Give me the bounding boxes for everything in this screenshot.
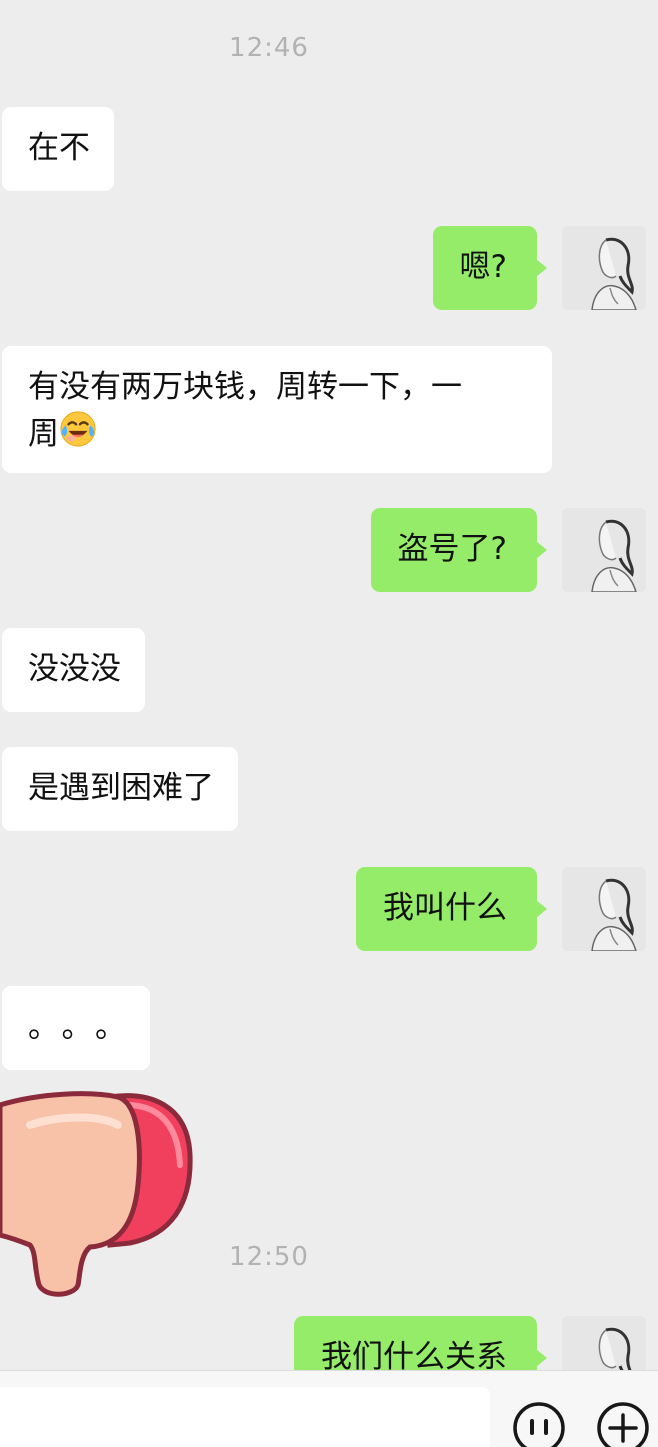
message-text: 是遇到困难了 <box>28 770 214 806</box>
message-text: 在不 <box>28 130 90 166</box>
user-avatar[interactable] <box>562 508 646 592</box>
face-with-tears-of-joy-icon <box>60 411 96 447</box>
message-bubble-received[interactable]: 是遇到困难了 <box>2 747 238 831</box>
avatar-portrait-icon <box>562 867 646 951</box>
message-bubble-sent[interactable]: 嗯? <box>432 226 548 310</box>
message-text: 嗯? <box>459 249 507 285</box>
message-bubble-received[interactable]: 有没有两万块钱，周转一下，一 周 <box>2 346 552 473</box>
message-bubble-sent[interactable]: 盗号了? <box>370 508 548 592</box>
message-input-bar <box>0 1370 658 1447</box>
message-bubble-received[interactable]: 没没没 <box>2 628 145 712</box>
timestamp: 12:50 <box>229 1242 309 1272</box>
message-text: 没没没 <box>28 651 121 687</box>
message-text-line: 周 <box>28 410 528 457</box>
chat-screen: 12:46 在不 嗯? 有没有两万块钱，周转一下，一 周 盗号了? 没没没 是遇… <box>0 0 658 1447</box>
user-avatar[interactable] <box>562 867 646 951</box>
message-text-line: 有没有两万块钱，周转一下，一 <box>28 369 462 405</box>
message-input[interactable] <box>0 1387 490 1447</box>
message-bubble-received[interactable]: 。。。 <box>2 986 150 1070</box>
timestamp: 12:46 <box>229 33 309 63</box>
user-avatar[interactable] <box>562 226 646 310</box>
emoji-icon[interactable] <box>512 1401 566 1447</box>
message-text: 我叫什么 <box>383 890 507 926</box>
message-bubble-received[interactable]: 在不 <box>2 107 114 191</box>
avatar-portrait-icon <box>562 226 646 310</box>
message-bubble-sent[interactable]: 我叫什么 <box>356 867 547 951</box>
avatar-portrait-icon <box>562 508 646 592</box>
message-text: 盗号了? <box>397 531 507 567</box>
message-text: 。。。 <box>28 1009 144 1045</box>
more-plus-icon[interactable] <box>596 1401 650 1447</box>
